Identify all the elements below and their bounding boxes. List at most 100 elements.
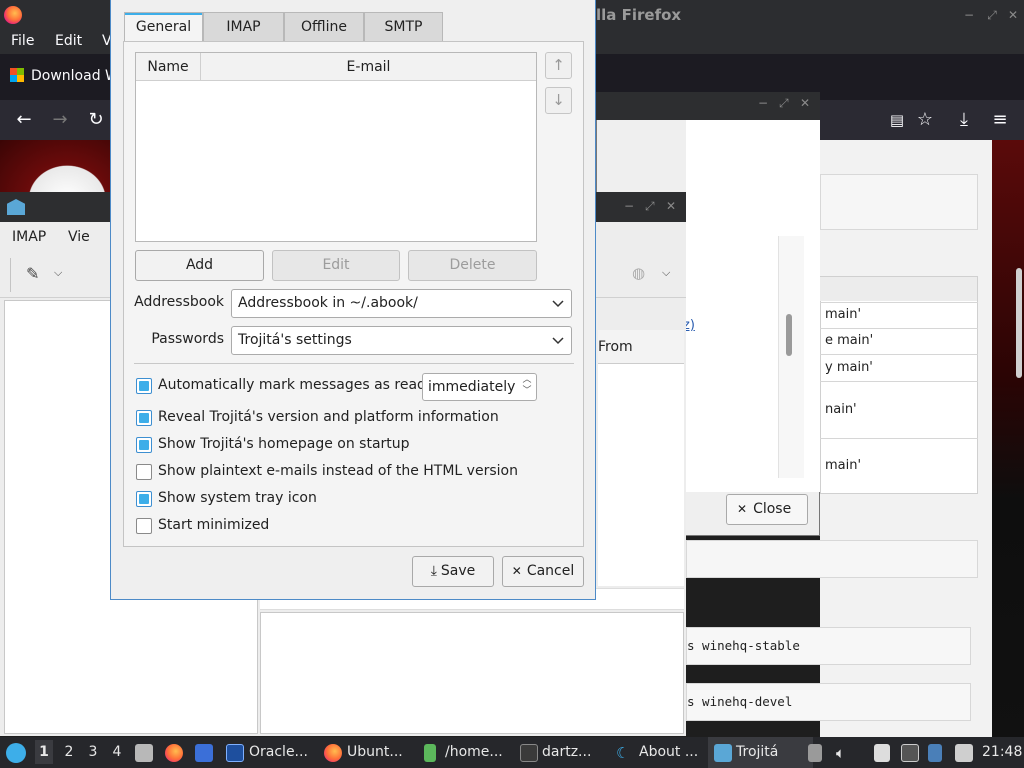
message-preview	[260, 612, 684, 734]
passwords-select[interactable]: Trojitá's settings	[231, 326, 572, 355]
chevron-down-icon	[552, 337, 564, 345]
tab-offline[interactable]: Offline	[284, 12, 364, 42]
terminal-file-icon[interactable]	[424, 744, 436, 762]
firefox-window-title: lla Firefox	[596, 6, 682, 24]
show-homepage-checkbox[interactable]	[136, 437, 152, 453]
chevron-down-icon[interactable]: ⌵	[54, 266, 62, 280]
firefox-launcher-icon[interactable]	[165, 744, 183, 762]
task-oracle[interactable]: Oracle...	[249, 744, 308, 760]
clock[interactable]: 21:48	[982, 744, 1022, 760]
desktop-icon[interactable]	[195, 744, 213, 762]
maximize-icon[interactable]: ⤢	[985, 8, 999, 22]
cancel-button[interactable]: ✕ Cancel	[502, 556, 584, 587]
close-icon[interactable]: ✕	[800, 96, 810, 110]
save-button-label: Save	[440, 563, 476, 579]
terminal-icon[interactable]	[520, 744, 538, 762]
workspace-2[interactable]: 2	[60, 744, 78, 760]
mark-read-label: Automatically mark messages as read	[158, 377, 426, 393]
cancel-x-icon: ✕	[511, 564, 522, 578]
close-icon[interactable]: ✕	[666, 199, 676, 213]
toolbar-separator	[10, 258, 11, 292]
menu-file[interactable]: File	[11, 33, 34, 49]
edit-button[interactable]: Edit	[272, 250, 400, 281]
save-icon: ⤓	[430, 563, 437, 579]
workspace-4[interactable]: 4	[108, 744, 126, 760]
maximize-icon[interactable]: ⤢	[779, 96, 789, 111]
start-minimized-checkbox[interactable]	[136, 518, 152, 534]
display-icon[interactable]	[901, 744, 919, 762]
table-row: e main'	[820, 328, 978, 354]
app-launcher-icon[interactable]	[6, 743, 26, 763]
message-list[interactable]	[598, 364, 684, 586]
task-trojita[interactable]: Trojitá	[736, 744, 778, 760]
firefox-tab-title[interactable]: Download W	[31, 68, 119, 84]
page-scrollbar[interactable]	[1016, 268, 1022, 378]
about-scroll-thumb[interactable]	[786, 314, 792, 356]
tray-icon-checkbox[interactable]	[136, 491, 152, 507]
minimize-icon[interactable]: −	[962, 8, 976, 22]
back-icon[interactable]: ←	[10, 106, 38, 134]
menu-edit[interactable]: Edit	[55, 33, 82, 49]
save-button[interactable]: ⤓ Save	[412, 556, 494, 587]
addressbook-label: Addressbook	[134, 294, 224, 310]
page-table-header	[820, 277, 977, 301]
plaintext-checkbox[interactable]	[136, 464, 152, 480]
file-manager-icon[interactable]	[135, 744, 153, 762]
compose-pencil-icon[interactable]: ✎	[26, 264, 39, 283]
clipboard-icon[interactable]	[808, 744, 822, 762]
tab-general[interactable]: General	[124, 12, 203, 43]
mark-read-checkbox[interactable]	[136, 378, 152, 394]
code-line: s winehq-stable	[686, 627, 971, 665]
reader-view-icon[interactable]: ▤	[883, 106, 911, 134]
network-status-icon[interactable]: ◍	[632, 264, 645, 282]
move-down-button[interactable]: ↓	[545, 87, 572, 114]
minimize-icon[interactable]: −	[758, 96, 768, 110]
task-home[interactable]: /home...	[445, 744, 503, 760]
hamburger-menu-icon[interactable]: ≡	[986, 106, 1014, 134]
task-dartz[interactable]: dartz...	[542, 744, 591, 760]
tab-smtp[interactable]: SMTP	[364, 12, 443, 42]
reload-icon[interactable]: ↻	[82, 106, 110, 134]
task-about[interactable]: About ...	[639, 744, 698, 760]
maximize-icon[interactable]: ⤢	[645, 199, 655, 214]
bookmark-star-icon[interactable]: ☆	[911, 106, 939, 134]
add-button[interactable]: Add	[135, 250, 264, 281]
battery-icon[interactable]	[955, 744, 973, 762]
spin-arrows-icon[interactable]: ︿ ﹀	[522, 375, 532, 397]
firefox-icon[interactable]	[324, 744, 342, 762]
plaintext-label: Show plaintext e-mails instead of the HT…	[158, 463, 518, 479]
task-ubuntu[interactable]: Ubunt...	[347, 744, 403, 760]
workspace-1[interactable]: 1	[35, 740, 53, 764]
close-button-label: Close	[753, 501, 792, 517]
download-icon[interactable]: ⤓	[950, 106, 978, 134]
passwords-value: Trojitá's settings	[238, 332, 352, 348]
forward-icon[interactable]: →	[46, 106, 74, 134]
addressbook-select[interactable]: Addressbook in ~/.abook/	[231, 289, 572, 318]
minimize-icon[interactable]: −	[624, 199, 634, 213]
trojita-icon[interactable]	[714, 744, 732, 762]
message-list-header: From	[598, 330, 684, 364]
menu-imap[interactable]: IMAP	[12, 229, 46, 245]
menu-view[interactable]: Vie	[68, 229, 90, 245]
about-scroll-track[interactable]	[778, 236, 804, 478]
notes-icon[interactable]	[874, 744, 890, 762]
page-hero-image	[0, 140, 112, 200]
volume-icon[interactable]: 🔈︎	[836, 744, 845, 762]
update-notifier-icon[interactable]	[928, 744, 942, 762]
from-column-header[interactable]: From	[598, 339, 633, 355]
column-header-name[interactable]: Name	[136, 53, 201, 81]
chevron-down-icon[interactable]: ⌵	[662, 266, 670, 280]
reveal-version-checkbox[interactable]	[136, 410, 152, 426]
start-minimized-label: Start minimized	[158, 517, 270, 533]
delete-button[interactable]: Delete	[408, 250, 537, 281]
column-header-email[interactable]: E-mail	[201, 53, 536, 81]
about-app-icon[interactable]: ☾	[616, 744, 634, 762]
close-button[interactable]: ✕ Close	[726, 494, 808, 525]
close-icon[interactable]: ✕	[1006, 8, 1020, 22]
virtualbox-icon[interactable]	[226, 744, 244, 762]
move-up-button[interactable]: ↑	[545, 52, 572, 79]
arrow-down-icon: ↓	[552, 91, 565, 109]
workspace-3[interactable]: 3	[84, 744, 102, 760]
tab-imap[interactable]: IMAP	[203, 12, 284, 42]
mark-read-delay-spinbox[interactable]: immediately ︿ ﹀	[422, 373, 537, 401]
